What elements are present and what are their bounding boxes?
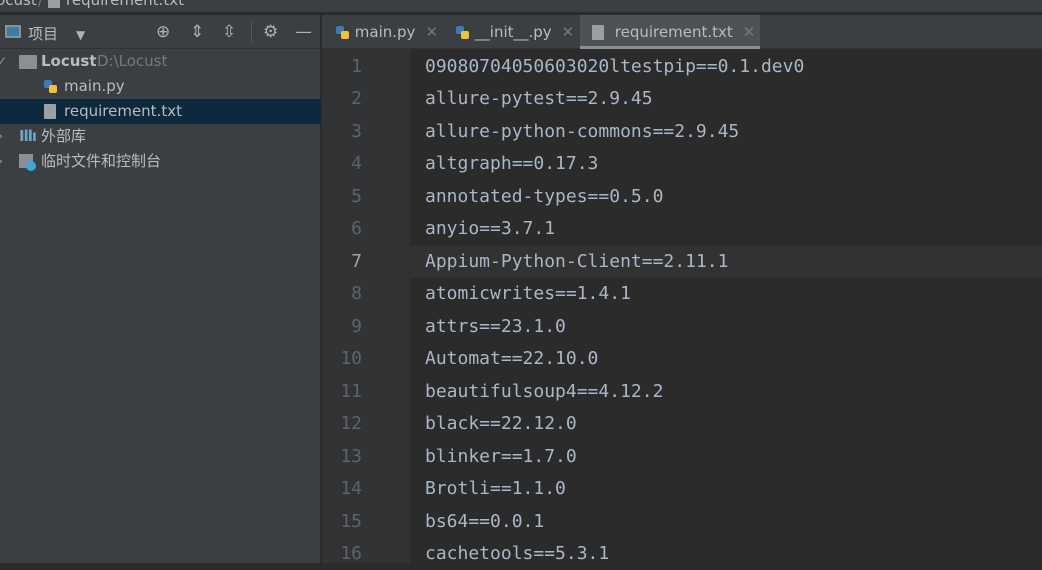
tree-item-scratches[interactable]: › 临时文件和控制台 xyxy=(0,149,321,174)
breadcrumb-separator: / xyxy=(38,0,44,9)
breadcrumb-file[interactable]: requirement.txt xyxy=(66,0,184,9)
editor-line[interactable]: 15 bs64==0.0.1 xyxy=(322,506,1042,538)
expanded-chevron-icon[interactable]: ✓ xyxy=(0,49,7,74)
line-number: 15 xyxy=(340,510,362,532)
breadcrumb-project[interactable]: Locust xyxy=(0,0,37,9)
tab-main-py[interactable]: main.py ✕ xyxy=(336,15,438,49)
editor-line[interactable]: 3 allure-python-commons==2.9.45 xyxy=(322,116,1042,148)
editor-line[interactable]: 10 Automat==22.10.0 xyxy=(322,343,1042,375)
line-text: beautifulsoup4==4.12.2 xyxy=(425,380,664,402)
tab-requirement-txt[interactable]: requirement.txt ✕ xyxy=(580,15,760,49)
python-file-icon xyxy=(336,25,350,40)
line-number: 5 xyxy=(351,185,362,207)
line-text: attrs==23.1.0 xyxy=(425,315,566,337)
editor-line[interactable]: 14 Brotli==1.1.0 xyxy=(322,473,1042,505)
toolbar-divider xyxy=(251,21,252,43)
breadcrumb-file-icon xyxy=(48,0,60,9)
line-text: Appium-Python-Client==2.11.1 xyxy=(425,250,729,272)
line-number: 6 xyxy=(351,218,362,240)
line-number: 9 xyxy=(351,315,362,337)
line-number: 2 xyxy=(351,88,362,110)
collapse-all-icon[interactable]: ⇳ xyxy=(222,23,236,41)
tab-label: requirement.txt xyxy=(614,23,733,41)
editor-line[interactable]: 7 Appium-Python-Client==2.11.1 xyxy=(322,245,1042,278)
line-text: black==22.12.0 xyxy=(425,413,577,435)
text-file-icon xyxy=(44,99,56,124)
tab-label: main.py xyxy=(354,23,416,41)
editor-line[interactable]: 5 annotated-types==0.5.0 xyxy=(322,181,1042,213)
project-toolbar: 项目 ▼ ⊕ ⇕ ⇳ ⚙ — xyxy=(0,15,320,49)
tree-item-label: 外部库 xyxy=(41,127,87,145)
line-number: 11 xyxy=(340,380,362,402)
close-icon[interactable]: ✕ xyxy=(743,23,756,41)
tree-item-label: 临时文件和控制台 xyxy=(41,152,162,170)
editor-line[interactable]: 1 09080704050603020ltestpip==0.1.dev0 xyxy=(322,51,1042,83)
chevron-down-icon[interactable]: ▼ xyxy=(76,26,85,44)
line-number: 14 xyxy=(340,478,362,500)
editor[interactable]: 1 09080704050603020ltestpip==0.1.dev0 2 all… xyxy=(322,49,1042,564)
locate-icon[interactable]: ⊕ xyxy=(156,23,170,41)
line-text: annotated-types==0.5.0 xyxy=(425,185,664,207)
hide-icon[interactable]: — xyxy=(295,23,312,41)
line-number: 10 xyxy=(340,348,362,370)
close-icon[interactable]: ✕ xyxy=(562,23,575,41)
expand-all-icon[interactable]: ⇕ xyxy=(190,23,204,41)
breadcrumb: Locust / requirement.txt xyxy=(0,0,1042,13)
line-number: 3 xyxy=(351,120,362,142)
project-view-icon xyxy=(5,25,21,38)
chevron-right-icon[interactable]: › xyxy=(0,124,3,149)
close-icon[interactable]: ✕ xyxy=(425,23,438,41)
line-text: atomicwrites==1.4.1 xyxy=(425,283,631,305)
editor-tabs: main.py ✕ __init__.py ✕ requirement.txt ✕ xyxy=(322,15,1042,49)
editor-line[interactable]: 16 cachetools==5.3.1 xyxy=(322,538,1042,570)
line-text: allure-pytest==2.9.45 xyxy=(425,88,653,110)
tree-item-requirement-txt[interactable]: requirement.txt xyxy=(0,99,321,124)
library-icon: Illı xyxy=(19,127,37,145)
line-text: 09080704050603020ltestpip==0.1.dev0 xyxy=(425,56,805,77)
tree-item-path: D:\Locust xyxy=(97,52,168,70)
python-file-icon xyxy=(456,25,470,40)
editor-line[interactable]: 8 atomicwrites==1.4.1 xyxy=(322,278,1042,310)
editor-line[interactable]: 9 attrs==23.1.0 xyxy=(322,311,1042,343)
clock-icon xyxy=(26,161,36,171)
chevron-right-icon[interactable]: › xyxy=(0,149,3,174)
line-text: bs64==0.0.1 xyxy=(425,510,545,532)
line-number: 16 xyxy=(340,543,362,565)
tree-item-label: requirement.txt xyxy=(64,102,182,120)
project-panel: 项目 ▼ ⊕ ⇕ ⇳ ⚙ — ✓ Locust D:\Locust main.p… xyxy=(0,15,321,563)
tab-init-py[interactable]: __init__.py ✕ xyxy=(456,15,574,49)
editor-line[interactable]: 2 allure-pytest==2.9.45 xyxy=(322,83,1042,115)
line-number: 8 xyxy=(351,283,362,305)
line-text: allure-python-commons==2.9.45 xyxy=(425,120,740,142)
tree-item-label: Locust xyxy=(41,52,97,70)
gear-icon[interactable]: ⚙ xyxy=(263,23,278,41)
line-number: 1 xyxy=(351,56,362,77)
line-number: 13 xyxy=(340,445,362,467)
line-text: altgraph==0.17.3 xyxy=(425,153,599,175)
line-number: 7 xyxy=(351,250,362,272)
line-text: blinker==1.7.0 xyxy=(425,445,577,467)
tree-item-label: main.py xyxy=(64,77,125,95)
line-text: Automat==22.10.0 xyxy=(425,348,599,370)
tree-item-main-py[interactable]: main.py xyxy=(0,74,321,99)
tree-item-locust[interactable]: ✓ Locust D:\Locust xyxy=(0,49,321,74)
line-text: anyio==3.7.1 xyxy=(425,218,556,240)
folder-icon xyxy=(19,55,37,69)
editor-line[interactable]: 6 anyio==3.7.1 xyxy=(322,213,1042,245)
editor-line[interactable]: 13 blinker==1.7.0 xyxy=(322,441,1042,473)
line-text: cachetools==5.3.1 xyxy=(425,543,610,565)
tree-item-external-libraries[interactable]: › Illı 外部库 xyxy=(0,124,321,149)
text-file-icon xyxy=(592,25,604,40)
line-number: 12 xyxy=(340,413,362,435)
editor-line[interactable]: 4 altgraph==0.17.3 xyxy=(322,148,1042,180)
line-text: Brotli==1.1.0 xyxy=(425,478,566,500)
python-file-icon xyxy=(44,74,58,99)
tab-label: __init__.py xyxy=(474,23,552,41)
editor-line[interactable]: 11 beautifulsoup4==4.12.2 xyxy=(322,376,1042,408)
project-view-label[interactable]: 项目 xyxy=(28,23,58,44)
editor-line[interactable]: 12 black==22.12.0 xyxy=(322,408,1042,440)
line-number: 4 xyxy=(351,153,362,175)
